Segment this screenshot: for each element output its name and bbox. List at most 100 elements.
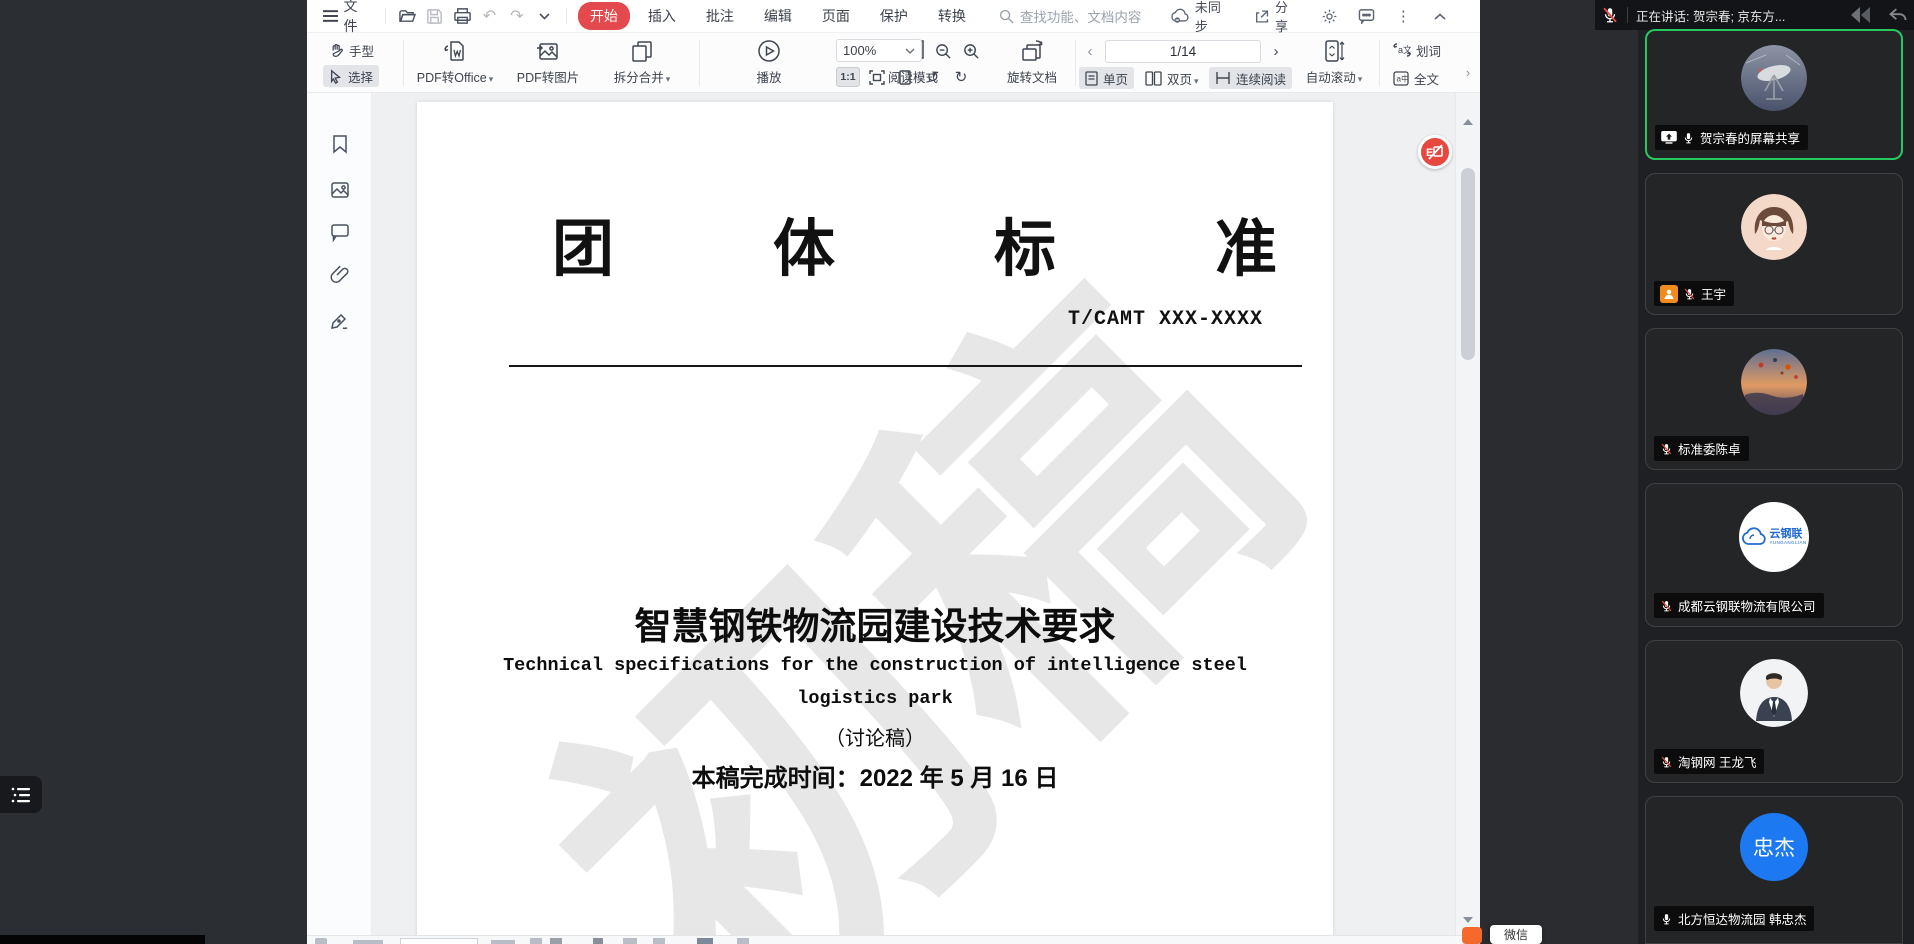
auto-scroll-button[interactable]: 自动滚动▾ <box>1297 36 1371 90</box>
layers-icon[interactable] <box>1846 5 1880 25</box>
desktop-left-strip <box>0 0 307 944</box>
tab-home[interactable]: 开始 <box>578 2 630 30</box>
redo-button[interactable]: ↷ <box>507 6 526 26</box>
telescope-avatar-image <box>1741 45 1807 111</box>
rotate-right-button[interactable]: ↻ <box>949 67 973 87</box>
avatar <box>1741 194 1807 260</box>
chat-bubble-icon <box>1358 8 1375 24</box>
sync-status-label: 未同步 <box>1195 0 1232 35</box>
pdf-page: 初稿 团体标准 T/CAMT XXX-XXXX 智慧钢铁物流园建设技术要求 Te… <box>417 102 1333 935</box>
status-icon[interactable] <box>697 938 713 944</box>
status-icon[interactable] <box>737 938 749 944</box>
file-menu[interactable]: 文件 <box>317 0 377 36</box>
more-commands-button[interactable] <box>535 6 554 26</box>
fit-page-button[interactable] <box>893 67 917 87</box>
share-icon <box>1254 8 1270 25</box>
actual-size-button[interactable]: 1:1 <box>836 67 860 87</box>
page-indicator-input[interactable]: 1/14 <box>1105 40 1261 63</box>
word-translate-button[interactable]: a文 划词 <box>1387 39 1447 61</box>
participant-tile[interactable]: 淘钢网 王龙飞 <box>1645 640 1903 783</box>
play-button[interactable]: 播放 <box>739 36 799 90</box>
participant-tile[interactable]: 忠杰 北方恒达物流园 韩忠杰 <box>1645 796 1903 944</box>
participant-tile-screenshare[interactable]: 贺宗春的屏幕共享 <box>1645 29 1903 160</box>
double-page-button[interactable]: 双页▾ <box>1139 67 1205 89</box>
participant-tag: 标准委陈卓 <box>1654 436 1749 461</box>
taskbar-stub <box>0 935 205 944</box>
tab-protect[interactable]: 保护 <box>868 2 920 30</box>
zoom-in-button[interactable] <box>959 40 983 62</box>
signature-icon[interactable] <box>329 309 351 331</box>
host-badge-icon <box>1660 285 1678 303</box>
translate-toggle-badge[interactable]: E <box>1418 135 1452 169</box>
mic-muted-icon <box>1660 442 1673 456</box>
pdf-to-office-button[interactable]: PDF转Office▾ <box>412 36 498 90</box>
scroll-down-arrow[interactable] <box>1463 917 1473 923</box>
comment-panel-icon[interactable] <box>329 221 351 243</box>
single-page-label: 单页 <box>1103 69 1128 88</box>
next-page-button[interactable]: › <box>1265 40 1287 63</box>
open-file-button[interactable] <box>398 6 417 26</box>
feedback-button[interactable] <box>1357 6 1376 26</box>
settings-button[interactable] <box>1320 6 1339 26</box>
divider <box>1627 7 1628 23</box>
continuous-read-button[interactable]: 连续阅读 <box>1209 67 1292 89</box>
mic-muted-icon[interactable] <box>1601 5 1619 25</box>
tab-page[interactable]: 页面 <box>810 2 862 30</box>
vertical-scrollbar[interactable] <box>1455 93 1480 935</box>
divider <box>699 40 700 86</box>
participant-tile[interactable]: 云钢联 YUNGANGLIAN 成都云钢联物流有限公司 <box>1645 483 1903 627</box>
outline-toggle-button[interactable] <box>0 776 42 813</box>
zoom-level-select[interactable]: 100% <box>836 39 922 62</box>
more-menu-button[interactable]: ⋮ <box>1394 6 1413 26</box>
toolbar-overflow-button[interactable]: › <box>1459 59 1477 85</box>
participant-name: 成都云钢联物流有限公司 <box>1678 596 1816 615</box>
sync-status-button[interactable]: 未同步 <box>1164 0 1238 35</box>
undo-button[interactable]: ↶ <box>480 6 499 26</box>
participant-tile[interactable]: 王宇 <box>1645 173 1903 315</box>
tab-convert[interactable]: 转换 <box>926 2 978 30</box>
tab-comment[interactable]: 批注 <box>694 2 746 30</box>
print-button[interactable] <box>452 6 471 26</box>
scrollbar-thumb[interactable] <box>1461 168 1475 360</box>
select-tool-button[interactable]: 选择 <box>323 65 379 87</box>
image-panel-icon[interactable] <box>329 179 351 201</box>
status-icon[interactable] <box>530 938 542 944</box>
continuous-read-label: 连续阅读 <box>1236 69 1286 88</box>
hand-tool-button[interactable]: 手型 <box>323 39 380 61</box>
save-button[interactable] <box>425 6 444 26</box>
split-merge-button[interactable]: 拆分合并▾ <box>599 36 685 90</box>
play-label: 播放 <box>756 67 781 86</box>
collapse-toolbar-button[interactable] <box>1431 6 1450 26</box>
reply-arrow-icon[interactable] <box>1888 5 1908 25</box>
single-page-button[interactable]: 单页 <box>1079 67 1134 89</box>
search-input[interactable]: 查找功能、文档内容 <box>999 6 1164 26</box>
rotate-left-button[interactable]: ↺ <box>921 67 945 87</box>
edit-slash-icon: E <box>1426 144 1444 160</box>
status-icon[interactable] <box>550 938 562 944</box>
document-viewport[interactable]: 初稿 团体标准 T/CAMT XXX-XXXX 智慧钢铁物流园建设技术要求 Te… <box>372 93 1480 935</box>
fit-width-button[interactable] <box>865 67 889 87</box>
avatar <box>1741 45 1807 111</box>
attachment-icon[interactable] <box>329 263 351 285</box>
zoom-out-button[interactable] <box>931 40 955 62</box>
prev-page-button[interactable]: ‹ <box>1079 40 1101 63</box>
status-icon[interactable] <box>315 938 327 944</box>
menubar: 文件 ↶ ↷ 开 <box>307 0 1480 33</box>
tab-edit[interactable]: 编辑 <box>752 2 804 30</box>
share-button[interactable]: 分享 <box>1248 0 1306 35</box>
pdf-to-image-button[interactable]: PDF转图片 <box>505 36 591 90</box>
participant-tile[interactable]: 标准委陈卓 <box>1645 328 1903 470</box>
rotate-document-button[interactable]: 旋转文档 <box>999 36 1065 90</box>
status-icon[interactable] <box>623 938 637 944</box>
file-menu-label: 文件 <box>343 0 370 36</box>
scroll-up-arrow[interactable] <box>1463 119 1473 125</box>
status-input[interactable] <box>400 938 478 944</box>
bookmark-icon[interactable] <box>329 133 351 155</box>
tab-insert[interactable]: 插入 <box>636 2 688 30</box>
gear-icon <box>1321 8 1338 25</box>
status-icon[interactable] <box>593 938 603 944</box>
wechat-dock-icon[interactable] <box>1462 927 1482 944</box>
full-text-button[interactable]: a中 全文 <box>1387 67 1445 89</box>
status-icon[interactable] <box>653 938 665 944</box>
folder-open-icon <box>398 8 417 25</box>
